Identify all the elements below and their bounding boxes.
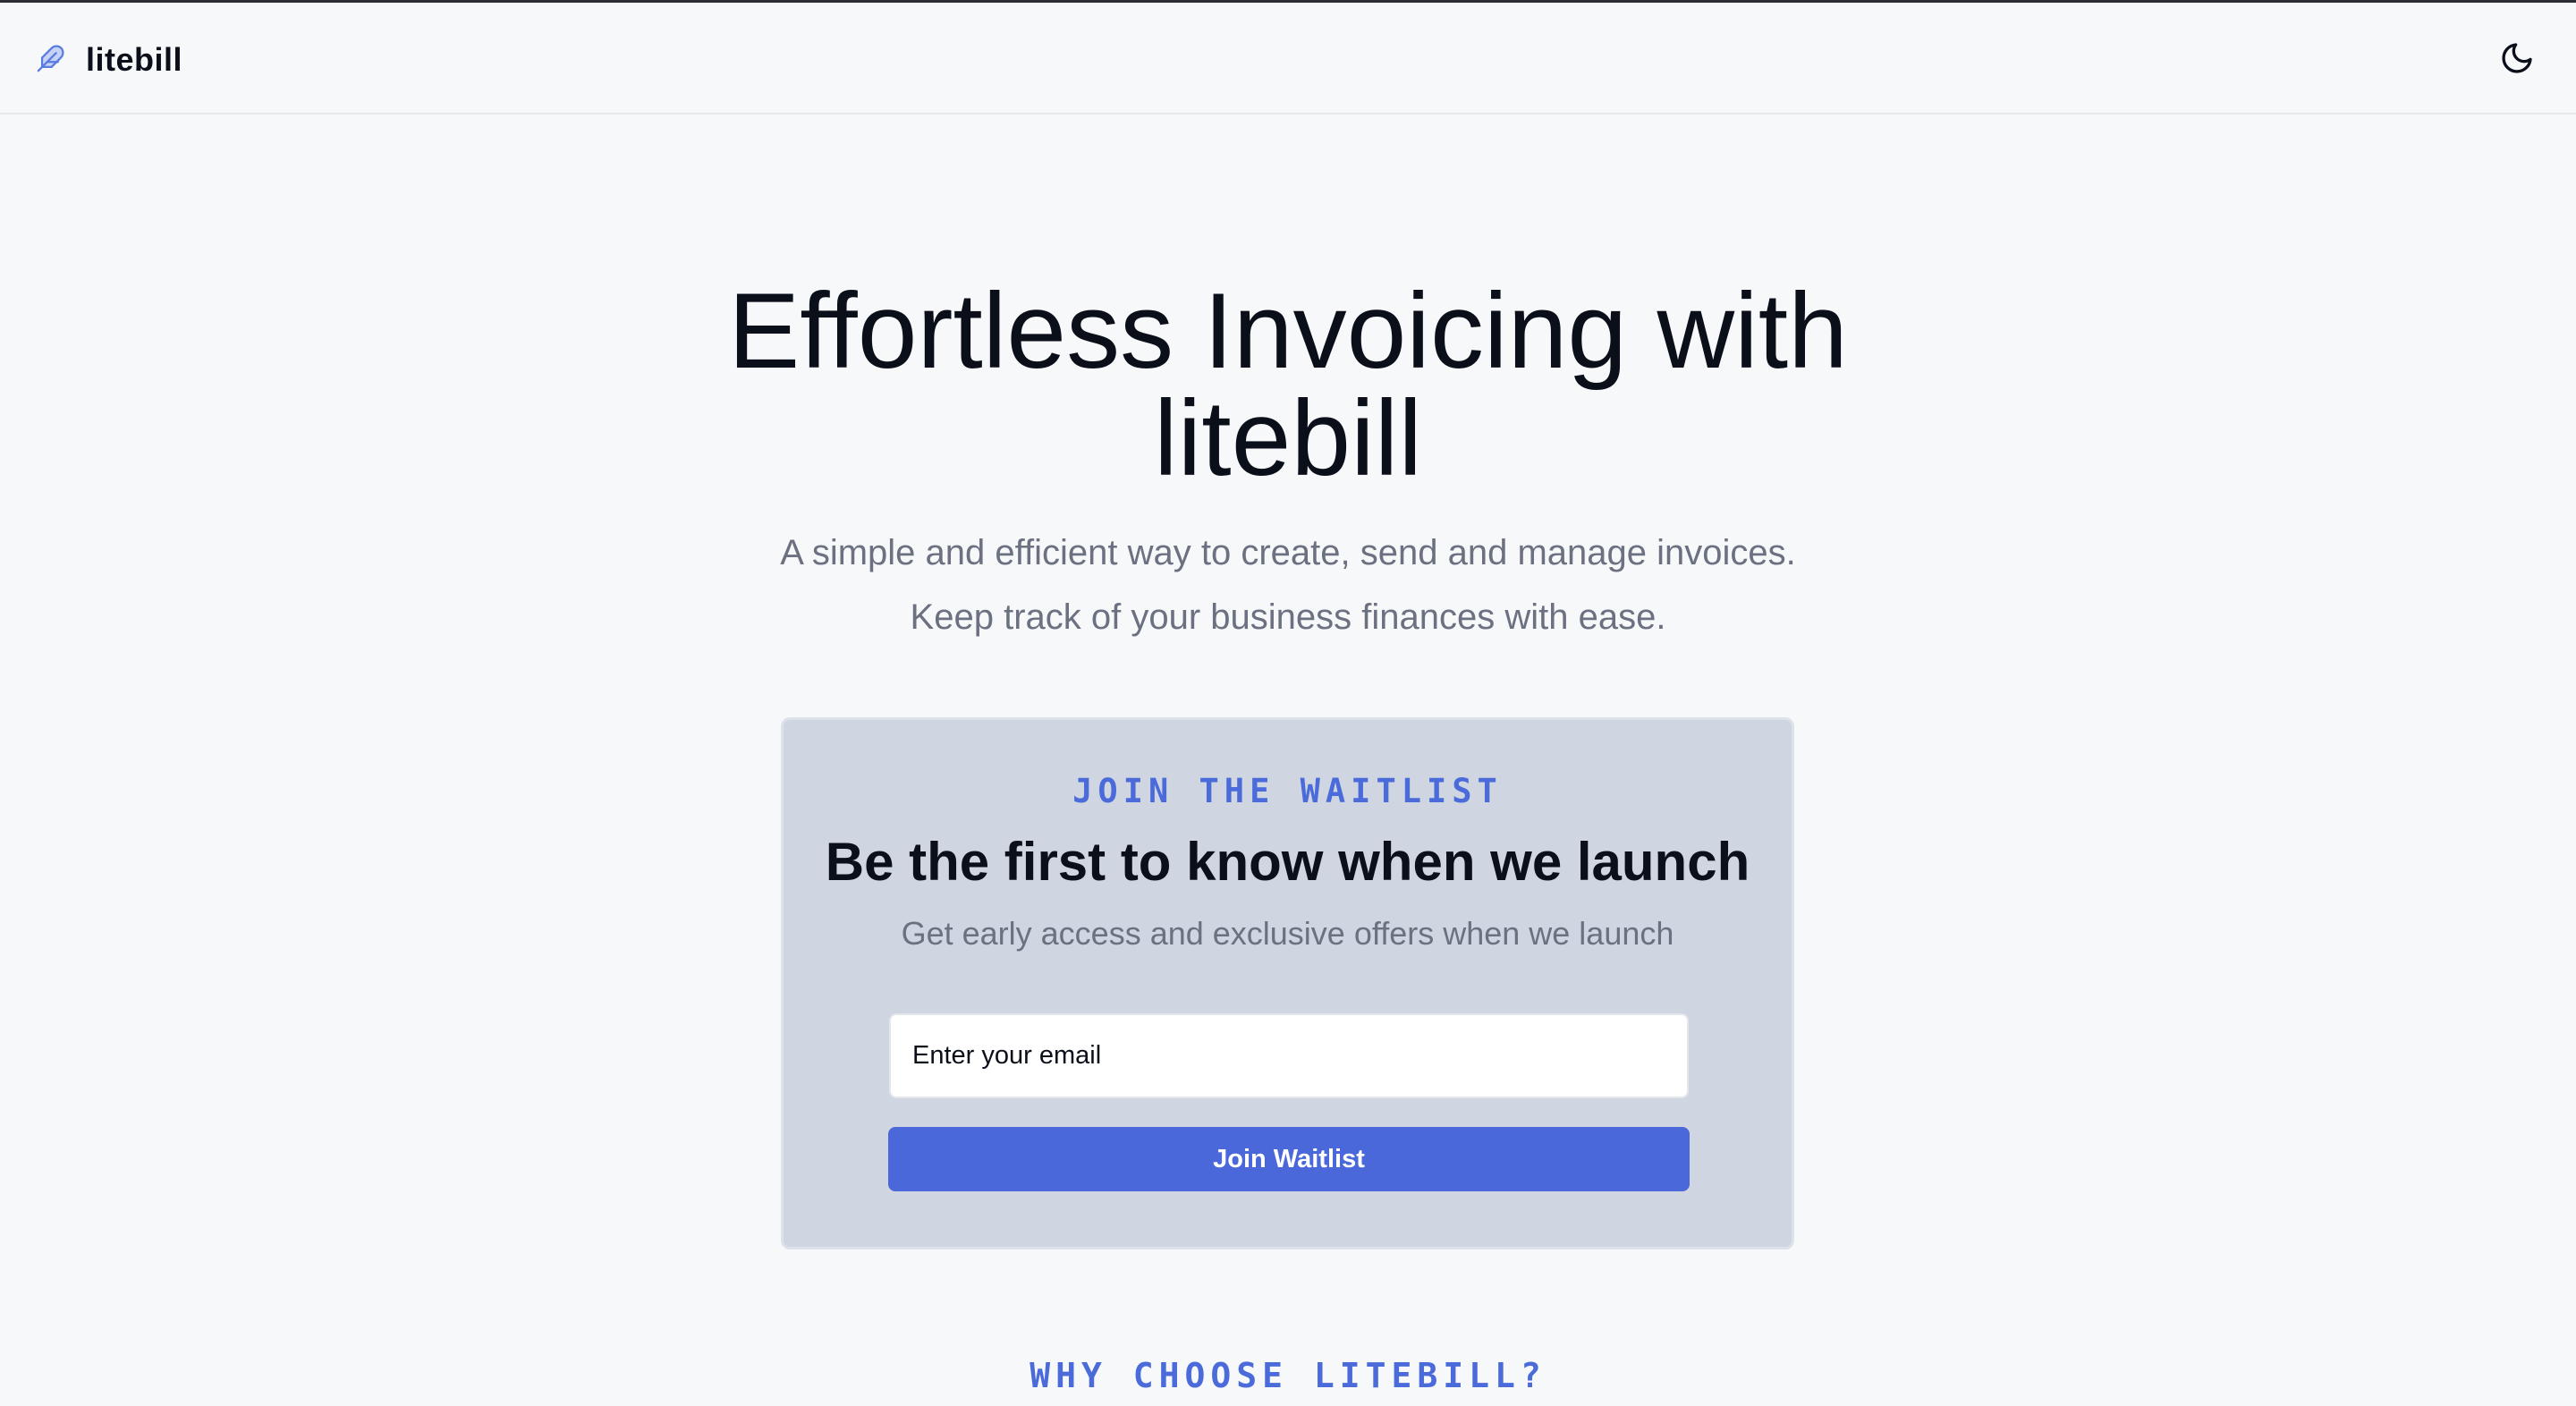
waitlist-eyebrow: JOIN THE WAITLIST (1072, 772, 1503, 810)
why-choose-heading: WHY CHOOSE LITEBILL? (1030, 1356, 1546, 1395)
site-header: litebill (0, 3, 2576, 114)
waitlist-subtitle: Get early access and exclusive offers wh… (901, 915, 1674, 952)
email-input[interactable] (889, 1013, 1689, 1098)
brand-logo-link[interactable]: litebill (36, 37, 182, 83)
hero-subtitle-line-2: Keep track of your business finances wit… (910, 597, 1666, 637)
theme-toggle-button[interactable] (2494, 37, 2540, 83)
hero-subtitle: A simple and efficient way to create, se… (662, 521, 1914, 649)
hero-subtitle-line-1: A simple and efficient way to create, se… (780, 533, 1796, 572)
brand-name: litebill (86, 41, 183, 78)
moon-icon (2499, 40, 2535, 80)
join-waitlist-button[interactable]: Join Waitlist (888, 1127, 1690, 1191)
feather-icon (36, 43, 66, 78)
waitlist-title: Be the first to know when we launch (825, 832, 1750, 892)
waitlist-card: JOIN THE WAITLIST Be the first to know w… (781, 717, 1794, 1249)
hero-title: Effortless Invoicing with litebill (728, 271, 1848, 498)
hero-section: Effortless Invoicing with litebill A sim… (0, 277, 2576, 649)
